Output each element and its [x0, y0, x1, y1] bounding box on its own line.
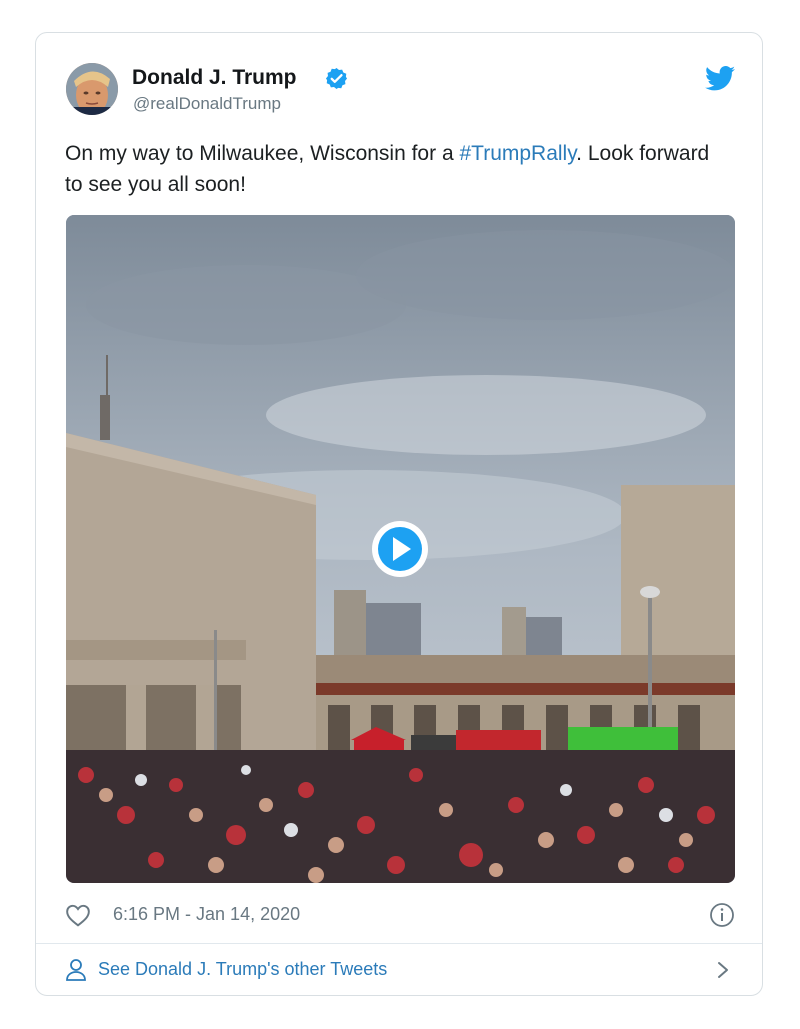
- twitter-bird-icon[interactable]: [705, 66, 735, 91]
- divider: [36, 943, 762, 944]
- tweet-card: Donald J. Trump @realDonaldTrump On my w…: [35, 32, 763, 996]
- tweet-text-part: On my way to Milwaukee, Wisconsin for a: [65, 142, 460, 165]
- chevron-right-icon[interactable]: [715, 958, 731, 982]
- avatar[interactable]: [66, 63, 118, 115]
- author-handle[interactable]: @realDonaldTrump: [133, 94, 281, 114]
- tweet-text: On my way to Milwaukee, Wisconsin for a …: [65, 138, 725, 200]
- other-tweets-link[interactable]: See Donald J. Trump's other Tweets: [65, 955, 735, 985]
- video-thumbnail[interactable]: [66, 215, 735, 883]
- other-tweets-label[interactable]: See Donald J. Trump's other Tweets: [98, 959, 387, 980]
- author-name[interactable]: Donald J. Trump: [132, 66, 297, 90]
- person-icon: [66, 959, 86, 981]
- timestamp-link[interactable]: 6:16 PM - Jan 14, 2020: [113, 904, 300, 925]
- verified-badge-icon: [325, 67, 348, 90]
- info-icon[interactable]: [709, 902, 735, 928]
- hashtag-link[interactable]: #TrumpRally: [459, 142, 576, 165]
- heart-icon[interactable]: [65, 903, 91, 927]
- tweet-meta: 6:16 PM - Jan 14, 2020: [65, 901, 735, 931]
